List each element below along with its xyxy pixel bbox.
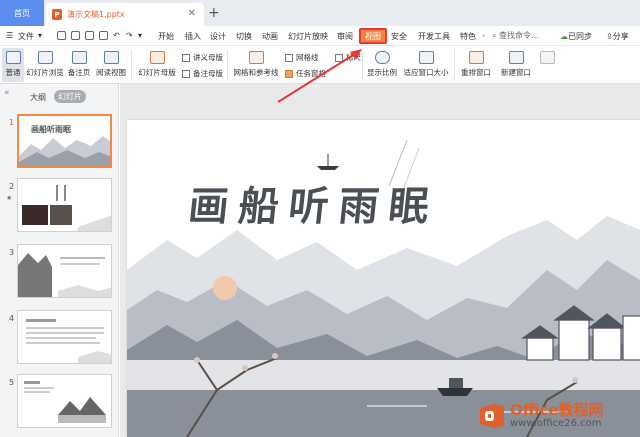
outline-tab[interactable]: 大纲 xyxy=(30,92,46,103)
more-icon[interactable]: › xyxy=(482,31,485,40)
menu-file[interactable]: 文件 xyxy=(18,31,34,42)
slide-number: 2 xyxy=(9,182,15,191)
more-options-icon xyxy=(539,51,555,64)
collapse-panel-icon[interactable]: « xyxy=(4,88,10,98)
watermark-title: Office教程网 xyxy=(510,401,604,419)
editing-canvas[interactable]: 画船听雨眠 xyxy=(120,84,640,437)
slide-title[interactable]: 画船听雨眠 xyxy=(186,174,442,232)
star-icon: ★ xyxy=(6,194,13,202)
slides-tab[interactable]: 幻灯片 xyxy=(54,90,86,103)
normal-view-button[interactable]: 普通 xyxy=(2,48,24,82)
svg-text:画船听雨眠: 画船听雨眠 xyxy=(31,124,71,134)
document-tab[interactable]: P 演示文稿1.pptx ✕ xyxy=(46,3,204,26)
print-icon[interactable] xyxy=(85,31,94,40)
slide-sorter-icon xyxy=(37,51,53,64)
gridlines-checkbox[interactable]: 网格线 xyxy=(285,52,319,63)
document-tab-label: 演示文稿1.pptx xyxy=(67,10,125,19)
menu-bar: ☰ 文件 ▾ ↶ ↷ ▾ 开始 插入 设计 切换 动画 幻灯片放映 审阅 视图 … xyxy=(0,26,640,46)
divider xyxy=(131,50,132,80)
divider xyxy=(362,50,363,80)
notes-master-button[interactable]: 备注母版 xyxy=(182,68,223,79)
menu-insert[interactable]: 插入 xyxy=(185,31,201,42)
slide-thumbnail-2[interactable] xyxy=(17,178,112,232)
slide-sorter-button[interactable]: 幻灯片浏览 xyxy=(26,48,64,78)
divider xyxy=(454,50,455,80)
print-preview-icon[interactable] xyxy=(99,31,108,40)
save-icon[interactable] xyxy=(57,31,66,40)
close-tab-icon[interactable]: ✕ xyxy=(188,8,196,19)
notes-page-button[interactable]: 备注页 xyxy=(66,48,92,78)
view-ribbon: 普通 幻灯片浏览 备注页 阅读视图 幻灯片母版 讲义母版 备注母版 网格和参考线… xyxy=(0,46,640,84)
sync-status[interactable]: ☁已同步 xyxy=(560,31,592,42)
new-tab-button[interactable]: + xyxy=(208,5,220,21)
search-icon: ⌕ xyxy=(492,31,497,40)
slide-number: 5 xyxy=(9,378,15,387)
slide-thumbnail-1[interactable]: 画船听雨眠 xyxy=(17,114,112,168)
slide-thumbnail-3[interactable] xyxy=(17,244,112,298)
watermark: Office教程网 www.office26.com xyxy=(478,398,638,434)
watermark-url: www.office26.com xyxy=(510,418,602,429)
slide-master-icon xyxy=(149,51,165,64)
menu-security[interactable]: 安全 xyxy=(391,31,407,42)
chevron-down-icon[interactable]: ▾ xyxy=(38,31,42,40)
thumbnail-text-layout xyxy=(18,311,111,363)
divider xyxy=(227,50,228,80)
presentation-file-icon: P xyxy=(52,9,62,20)
menu-home[interactable]: 开始 xyxy=(158,31,174,42)
slide-thumbnail-5[interactable] xyxy=(17,374,112,428)
handout-master-button[interactable]: 讲义母版 xyxy=(182,52,223,63)
menu-animation[interactable]: 动画 xyxy=(262,31,278,42)
taskpane-checkbox[interactable]: 任务窗格 xyxy=(285,68,326,79)
thumbnail-ink-landscape: 画船听雨眠 xyxy=(19,116,110,166)
arrange-windows-icon xyxy=(468,51,484,64)
menu-developer[interactable]: 开发工具 xyxy=(418,31,450,42)
thumbnail-image-layout xyxy=(18,375,111,427)
menu-review[interactable]: 审阅 xyxy=(337,31,353,42)
office-logo-icon xyxy=(478,402,506,430)
zoom-button[interactable]: 显示比例 xyxy=(365,48,399,78)
command-search[interactable]: ⌕ 查找命令... xyxy=(492,30,550,42)
menu-view-highlighted[interactable]: 视图 xyxy=(359,28,387,44)
thumbnail-photo-layout xyxy=(18,179,111,231)
more-options-button[interactable] xyxy=(538,48,556,67)
share-icon: ⇪ xyxy=(606,32,613,41)
arrange-windows-button[interactable]: 重排窗口 xyxy=(457,48,495,78)
notes-master-icon xyxy=(182,69,190,78)
ruler-checkbox[interactable]: 标尺 xyxy=(335,52,361,63)
export-icon[interactable] xyxy=(71,31,80,40)
ink-landscape-illustration xyxy=(127,120,640,437)
grid-icon xyxy=(248,51,264,64)
menu-featured[interactable]: 特色 xyxy=(460,31,476,42)
hamburger-icon[interactable]: ☰ xyxy=(6,31,13,40)
fit-window-icon xyxy=(418,51,434,64)
handout-master-icon xyxy=(182,53,190,62)
slide-number: 4 xyxy=(9,314,15,323)
tab-strip: 首页 P 演示文稿1.pptx ✕ + xyxy=(0,0,640,26)
cloud-icon: ☁ xyxy=(560,32,568,41)
menu-slideshow[interactable]: 幻灯片放映 xyxy=(288,31,328,42)
normal-view-icon xyxy=(5,51,21,64)
undo-icon[interactable]: ↶ xyxy=(113,31,120,40)
new-window-button[interactable]: 新建窗口 xyxy=(497,48,535,78)
current-slide[interactable]: 画船听雨眠 xyxy=(127,120,640,437)
grid-guides-button[interactable]: 网格和参考线 xyxy=(232,48,280,78)
thumbnail-mountain-layout xyxy=(18,245,111,297)
chevron-down-icon[interactable]: ▾ xyxy=(138,31,142,40)
slide-thumbnail-4[interactable] xyxy=(17,310,112,364)
slide-number: 1 xyxy=(9,118,15,127)
slide-panel: « 大纲 幻灯片 1 画船听雨眠 2 ★ 3 4 5 xyxy=(0,84,119,437)
reading-view-button[interactable]: 阅读视图 xyxy=(94,48,128,78)
reading-view-icon xyxy=(103,51,119,64)
slide-master-button[interactable]: 幻灯片母版 xyxy=(136,48,178,78)
menu-design[interactable]: 设计 xyxy=(210,31,226,42)
slide-number: 3 xyxy=(9,248,15,257)
menu-transition[interactable]: 切换 xyxy=(236,31,252,42)
notes-page-icon xyxy=(71,51,87,64)
share-button[interactable]: ⇪分享 xyxy=(606,31,629,42)
magnifier-icon xyxy=(374,51,390,64)
home-tab[interactable]: 首页 xyxy=(0,0,44,26)
redo-icon[interactable]: ↷ xyxy=(126,31,133,40)
new-window-icon xyxy=(508,51,524,64)
fit-window-button[interactable]: 适应窗口大小 xyxy=(401,48,451,78)
